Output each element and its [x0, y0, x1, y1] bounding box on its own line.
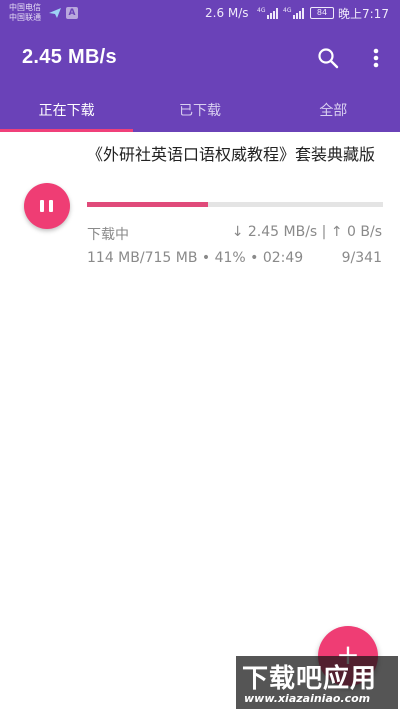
progress-fill	[87, 202, 209, 207]
tab-bar: 正在下载 已下载 全部	[0, 90, 400, 132]
carrier-info: 中国电信 中国联通	[9, 3, 41, 23]
signal-4g-icon: 4G 4G	[257, 7, 304, 19]
watermark-title: 下载吧应用	[242, 664, 378, 694]
download-item[interactable]: 《外研社英语口语权威教程》套装典藏版 下载中 ↓ 2.45 MB/s | ↑ 0…	[0, 132, 400, 282]
download-detail: 114 MB/715 MB • 41% • 02:49	[87, 250, 304, 266]
carrier-2: 中国联通	[9, 13, 41, 22]
app-a-icon: A	[66, 7, 78, 19]
tab-all[interactable]: 全部	[267, 90, 400, 132]
airplane-app-icon	[49, 8, 61, 18]
transfer-rate: ↓ 2.45 MB/s | ↑ 0 B/s	[231, 224, 382, 240]
battery-icon: 84	[310, 7, 334, 19]
tab-downloading[interactable]: 正在下载	[0, 90, 133, 132]
download-title: 《外研社英语口语权威教程》套装典藏版	[87, 145, 376, 164]
watermark: 下载吧应用 www.xiazainiao.com	[236, 656, 398, 709]
more-vert-icon[interactable]	[366, 46, 386, 70]
carrier-1: 中国电信	[9, 3, 41, 12]
clock: 晚上7:17	[338, 7, 389, 21]
watermark-url: www.xiazainiao.com	[244, 692, 371, 705]
screen: 中国电信 中国联通 A 2.6 M/s 4G 4G 84 晚上7:17 2.45…	[0, 0, 400, 711]
network-speed: 2.6 M/s	[205, 6, 249, 20]
app-title-speed: 2.45 MB/s	[22, 46, 117, 68]
file-count: 9/341	[341, 250, 382, 266]
svg-text:4G: 4G	[283, 7, 292, 14]
svg-text:4G: 4G	[257, 7, 266, 14]
pause-button[interactable]	[24, 183, 70, 229]
download-status: 下载中	[87, 227, 129, 243]
progress-bar	[87, 202, 383, 207]
search-icon[interactable]	[316, 46, 340, 70]
pause-icon-bar	[49, 200, 53, 212]
status-bar: 中国电信 中国联通 A 2.6 M/s 4G 4G 84 晚上7:17	[0, 0, 400, 28]
pause-icon	[40, 200, 44, 212]
app-bar: 2.45 MB/s 正在下载 已下载 全部	[0, 28, 400, 132]
tab-downloaded[interactable]: 已下载	[133, 90, 266, 132]
